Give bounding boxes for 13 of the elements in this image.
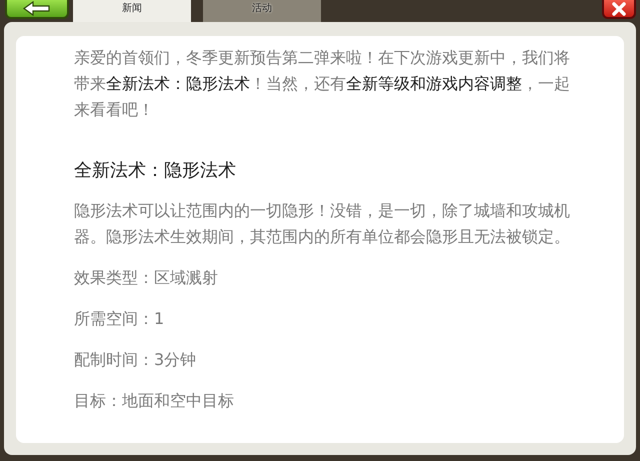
close-icon: [612, 2, 626, 16]
spell-stat: 目标：地面和空中目标: [74, 390, 235, 412]
intro-paragraph: 亲爱的首领们，冬季更新预告第二弹来啦！在下次游戏更新中，我们将带来全新法术：隐形法术！当然，还有全新等级和游戏内容调整，一起来看看吧！: [74, 47, 571, 121]
spell-stat: 效果类型：区域溅射: [74, 267, 219, 289]
spell-stat: 所需空间：1: [74, 308, 166, 330]
tab[interactable]: 新闻: [73, 0, 191, 22]
tab[interactable]: 活动: [203, 0, 321, 22]
close-button[interactable]: [602, 0, 636, 19]
description-paragraph: 隐形法术可以让范围内的一切隐形！没错，是一切，除了城墙和攻城机器。隐形法术生效期间，其范围内的所有单位都会隐形且无法被锁定。: [74, 200, 571, 248]
back-arrow-icon: [22, 1, 52, 16]
article-heading: 全新法术：隐形法术: [74, 159, 237, 183]
back-button[interactable]: [5, 0, 69, 19]
spell-stat: 配制时间：3分钟: [74, 349, 198, 371]
